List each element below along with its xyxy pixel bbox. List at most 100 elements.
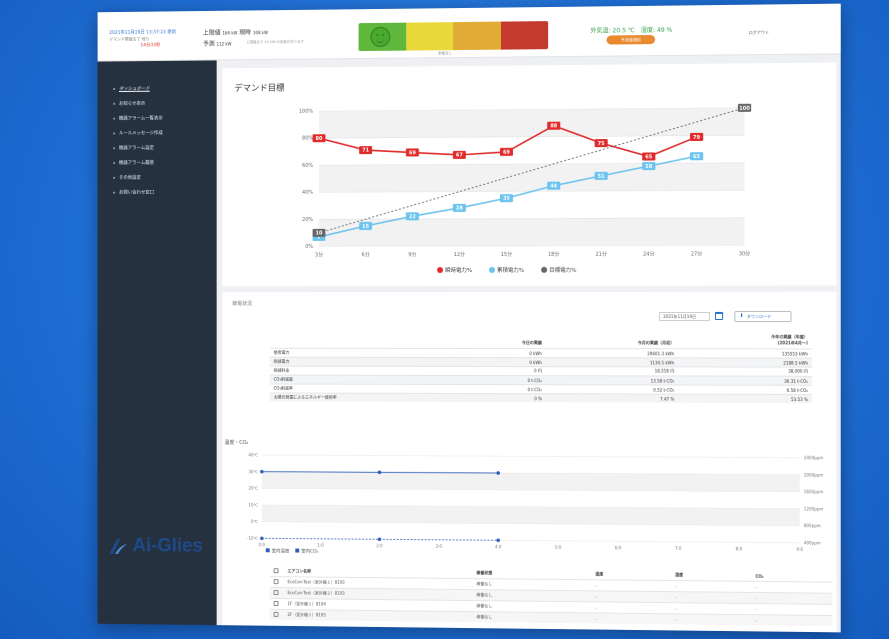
table-header-row: 今日の実績 今月の実績（月初） 今年の実績（年度） (2021年4月〜) <box>270 332 812 349</box>
sidebar-item-alarm-list[interactable]: 機器アラーム一覧表示 <box>113 115 163 122</box>
x-tick-label: 7:0 <box>675 546 682 551</box>
cell: - <box>751 603 833 616</box>
cell: 29601.3 kWh <box>545 348 679 358</box>
y2-tick-label: 2000ppm <box>804 472 824 477</box>
row-checkbox[interactable] <box>273 611 279 617</box>
level-red <box>500 21 549 50</box>
data-label: 65 <box>645 154 653 160</box>
data-point <box>495 537 500 542</box>
brand-logo: Ai-Glies <box>107 535 203 558</box>
sidebar-item-other-settings[interactable]: その他設定 <box>113 175 141 181</box>
y-tick-label: 10℃ <box>248 502 258 507</box>
x-tick-label: 1:0 <box>317 543 324 548</box>
grid-band <box>318 162 745 193</box>
x-tick-label: 4:0 <box>495 544 502 549</box>
sidebar-item-dashboard[interactable]: ダッシュボード <box>113 86 150 92</box>
data-point <box>260 469 264 474</box>
x-tick-label: 2:0 <box>376 543 383 548</box>
cell: - <box>591 590 671 603</box>
col-header: CO₂ <box>755 573 764 579</box>
x-tick-label: 8:0 <box>736 546 743 551</box>
cell: 2188.5 kWh <box>678 357 813 368</box>
data-label: 67 <box>456 153 463 159</box>
y2-tick-label: 1200ppm <box>804 506 824 511</box>
alarm-countdown-value: 14分33秒 <box>140 43 161 49</box>
data-label: 44 <box>550 183 558 189</box>
sidebar-item-label: お問い合わせ窓口 <box>118 190 155 196</box>
cell: 0 円 <box>462 366 546 376</box>
data-label: 35 <box>503 196 511 202</box>
bullet-icon <box>113 147 116 150</box>
sidebar-item-contact[interactable]: お問い合わせ窓口 <box>113 190 154 196</box>
data-label: 69 <box>503 150 511 156</box>
x-tick-label: 9:0 <box>796 547 803 552</box>
sidebar-item-rule-message[interactable]: ルールメッセージ作成 <box>113 130 163 136</box>
forecast-demand: 予測 112 kW <box>202 40 232 48</box>
cell: 0 t-CO₂ <box>462 375 546 385</box>
col-header <box>270 332 463 349</box>
data-label: 80 <box>316 136 323 142</box>
calendar-icon[interactable] <box>714 311 724 321</box>
download-button[interactable]: ⬇ ダウンロード <box>734 310 792 323</box>
forecast-note: 上限値まで 52 kW の余裕があります <box>246 39 304 45</box>
data-label: 88 <box>550 123 558 129</box>
temp-co2-title: 温度・CO₂ <box>224 439 249 446</box>
data-point <box>260 536 264 541</box>
cell: 0 % <box>462 393 546 403</box>
table-row: 太陽光発電によるエネルギー使用率 0 % 7.47 % 53.53 % <box>269 392 813 404</box>
cell: 0.52 t-CO₂ <box>545 384 679 395</box>
app-window: 2021年11月19日 13:37:23 更新 デマンド警報まで 残り 14分3… <box>97 3 841 633</box>
data-label: 75 <box>598 141 606 147</box>
legend-marker <box>488 266 495 273</box>
y2-tick-label: 2400ppm <box>804 455 824 460</box>
cell: 0 kWh <box>462 348 546 358</box>
date-field[interactable]: 2021年11月19日 <box>659 311 710 322</box>
legend-marker <box>265 548 270 553</box>
cell: - <box>751 581 833 594</box>
cell: 36.31 t-CO₂ <box>678 375 813 386</box>
cell: 6.58 t-CO₂ <box>678 385 813 395</box>
cell <box>269 587 284 599</box>
sidebar-item-alarm-settings[interactable]: 機器アラーム設定 <box>113 145 154 151</box>
legend-label: 累積電力% <box>497 266 524 274</box>
cell: - <box>670 591 752 604</box>
row-checkbox[interactable] <box>273 590 279 596</box>
grid-line <box>262 455 800 458</box>
cell: 0 kWh <box>462 357 546 367</box>
legend-label: 目標電力% <box>549 266 576 274</box>
row-checkbox[interactable] <box>273 600 279 606</box>
download-label: ダウンロード <box>746 313 772 320</box>
data-label: 79 <box>693 135 701 141</box>
cell <box>269 598 284 610</box>
sidebar-item-label: ダッシュボード <box>118 86 150 92</box>
cell: 削減電力 <box>269 357 463 367</box>
data-point <box>377 537 382 542</box>
update-time-link[interactable]: 2021年11月19日 13:37:23 更新 <box>109 29 176 36</box>
y2-tick-label: 400ppm <box>804 540 821 545</box>
y-tick-label: 40% <box>302 190 313 196</box>
cell: 使用電力 <box>269 348 463 358</box>
data-label: 51 <box>598 174 606 180</box>
y2-tick-label: 1600ppm <box>804 489 824 494</box>
sidebar-item-alarm-history[interactable]: 機器アラーム履歴 <box>113 160 154 166</box>
usage-panel: 節電状況 2021年11月19日 ⬇ ダウンロード 今日の実績 今月の実績（月初）… <box>222 291 837 633</box>
demand-title: デマンド目標 <box>234 83 285 94</box>
y-tick-label: 60% <box>302 163 313 169</box>
logout-link[interactable]: ログアウト <box>749 30 769 36</box>
cell: 13.58 t-CO₂ <box>545 375 679 386</box>
y-tick-label: 100% <box>299 109 313 115</box>
y-tick-label: -10℃ <box>247 536 258 541</box>
select-all-checkbox[interactable] <box>273 568 279 574</box>
row-checkbox[interactable] <box>273 579 279 585</box>
current-demand: 上限値 164 kW 現時 108 kW <box>202 29 268 37</box>
legend-label: 瞬時電力% <box>445 266 472 274</box>
cell: - <box>591 601 671 614</box>
bullet-icon <box>113 176 116 179</box>
legend-label: 室内CO₂ <box>301 548 318 555</box>
y-tick-label: 20% <box>302 217 313 223</box>
data-label: 65 <box>693 154 701 160</box>
x-tick-label: 21分 <box>595 251 606 258</box>
cell: 太陽光発電によるエネルギー使用率 <box>269 392 463 402</box>
alert-button[interactable]: 予測値通知 <box>606 34 656 45</box>
sidebar-item-notices[interactable]: お知らせ表示 <box>113 101 145 107</box>
